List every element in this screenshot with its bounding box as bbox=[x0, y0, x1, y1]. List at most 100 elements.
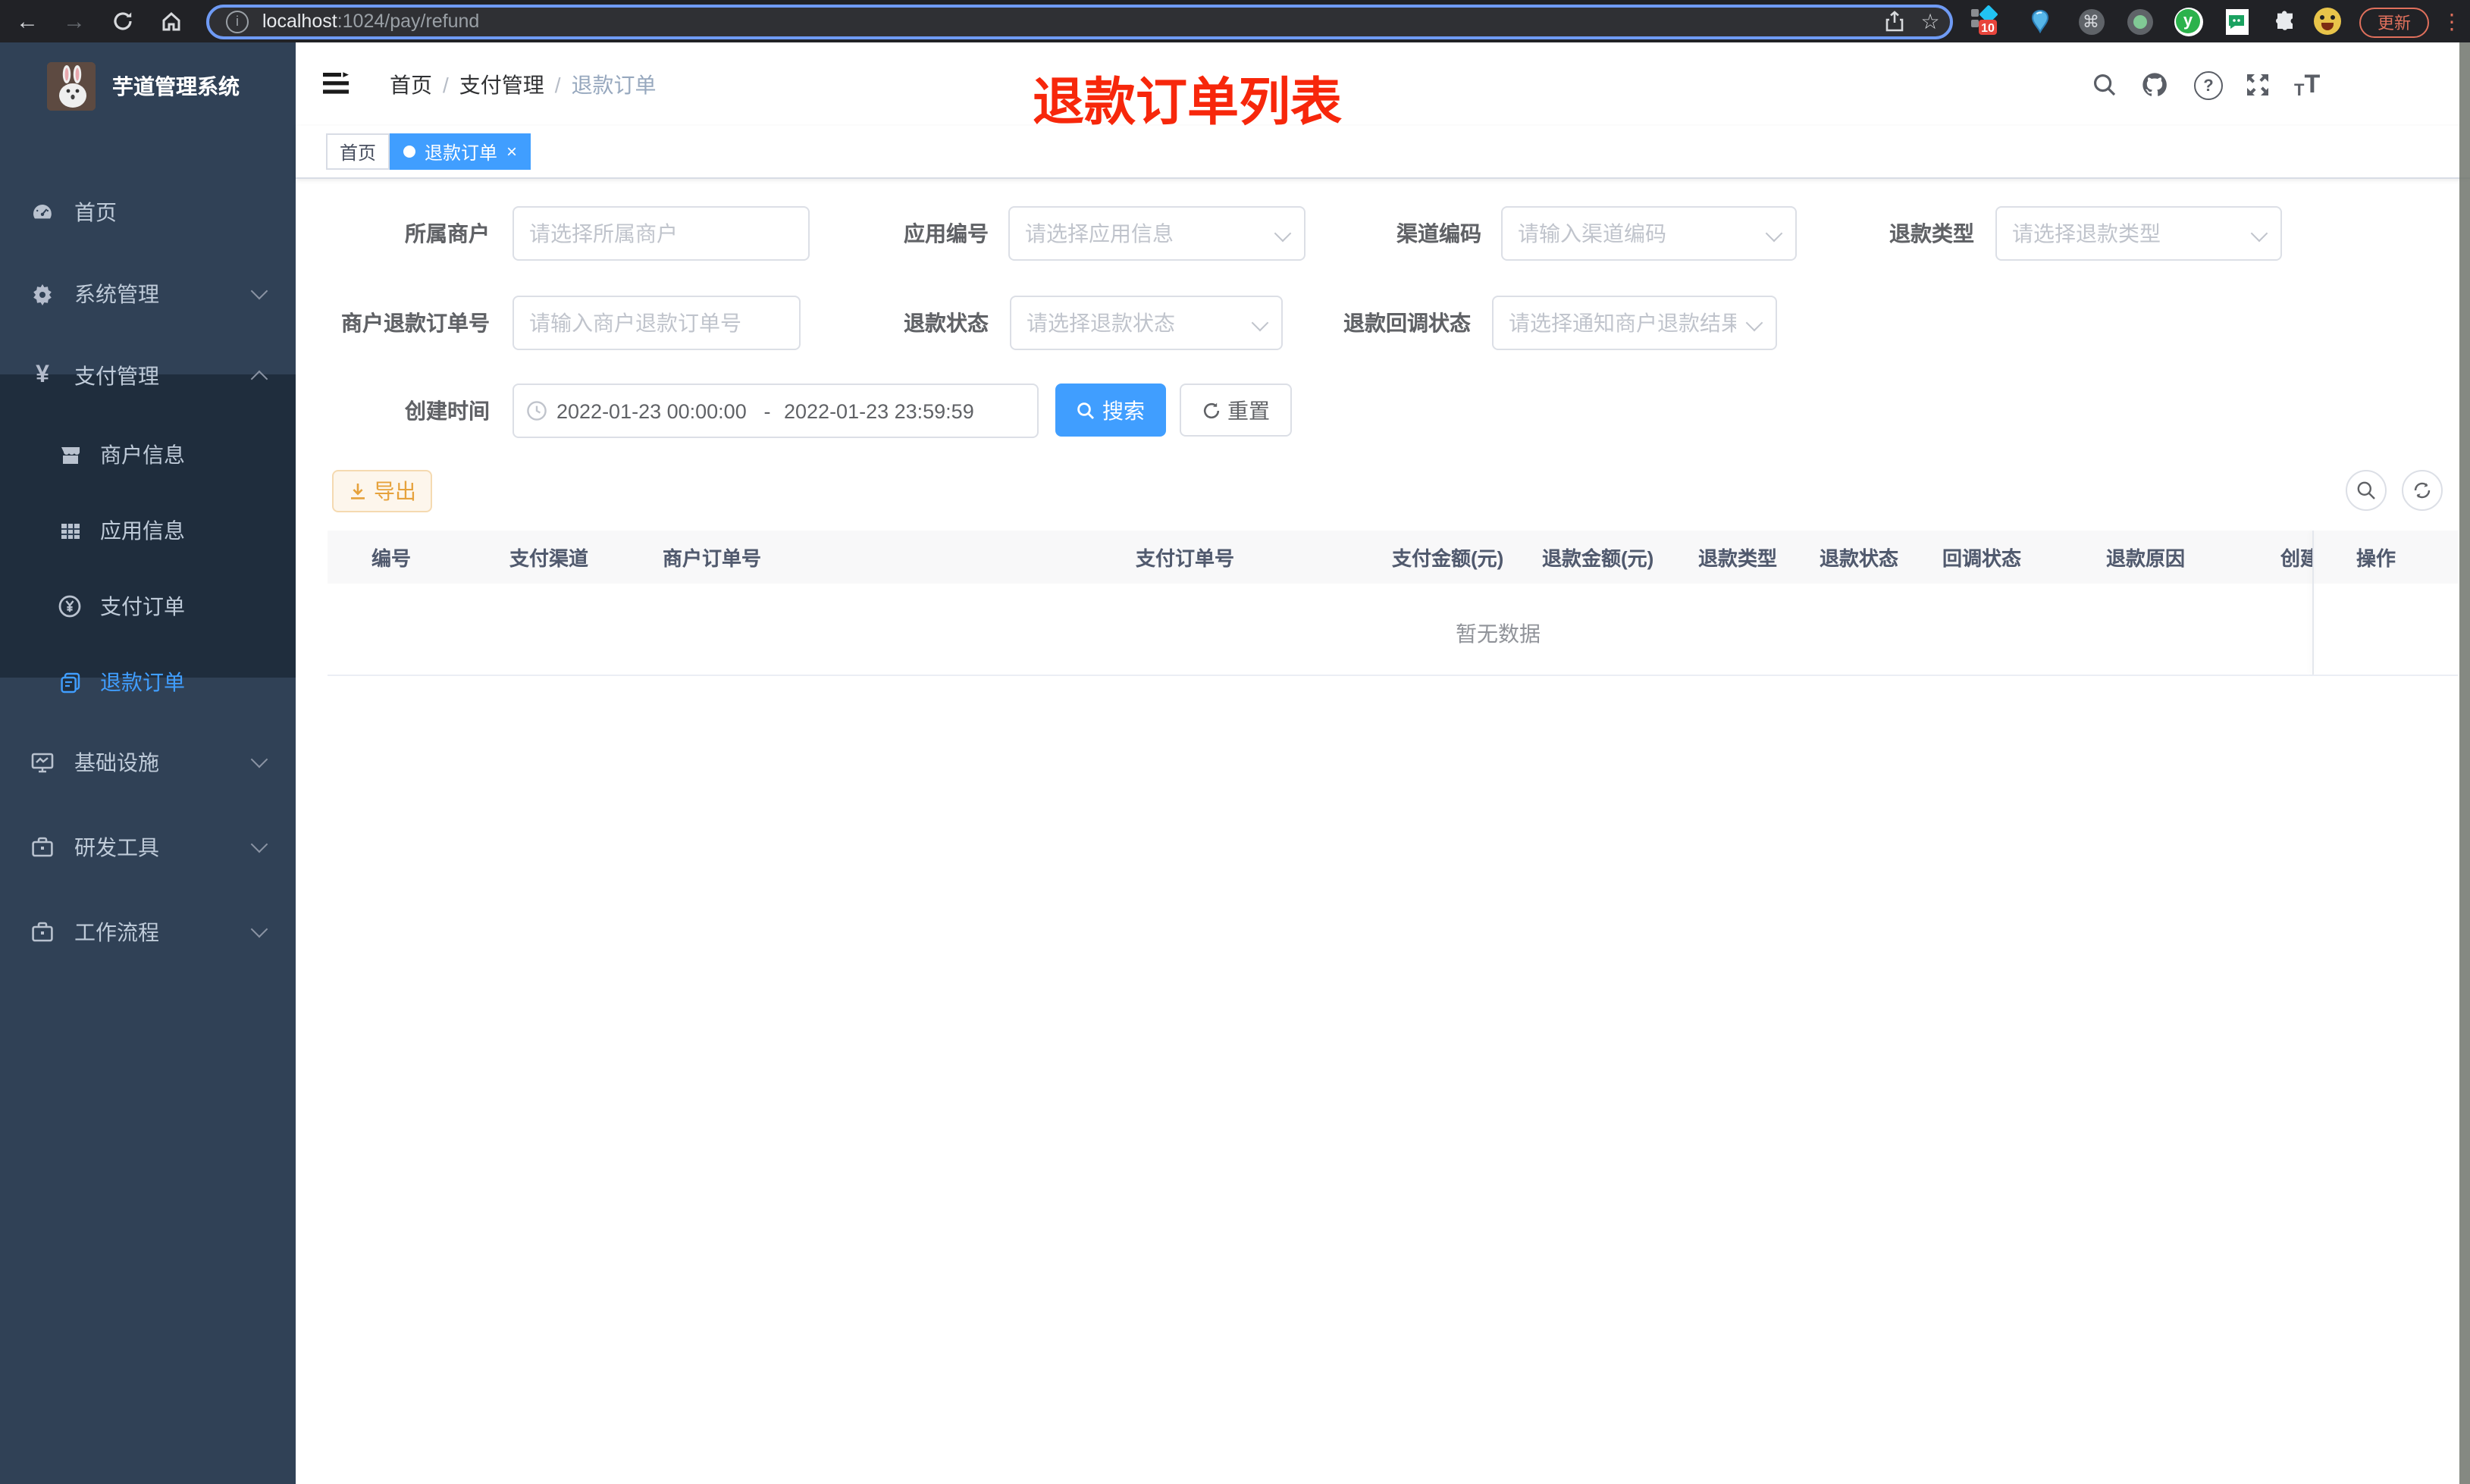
refund-type-select[interactable]: 请选择退款类型 bbox=[1995, 206, 2282, 261]
tag-home[interactable]: 首页 bbox=[326, 133, 390, 170]
browser-update-button[interactable]: 更新 bbox=[2359, 8, 2429, 38]
fullscreen-icon[interactable] bbox=[2246, 73, 2270, 97]
sidebar-item-system[interactable]: 系统管理 bbox=[0, 253, 296, 335]
sidebar-item-app-info[interactable]: 应用信息 bbox=[0, 493, 296, 568]
merchant-refund-no-input[interactable]: 请输入商户退款订单号 bbox=[512, 296, 801, 350]
tag-close-icon[interactable]: × bbox=[506, 142, 517, 161]
sidebar-item-home[interactable]: 首页 bbox=[0, 171, 296, 253]
browser-home-icon[interactable] bbox=[155, 0, 188, 42]
help-icon[interactable]: ? bbox=[2194, 71, 2223, 100]
browser-reload-icon[interactable] bbox=[106, 0, 139, 42]
column-header[interactable]: 退款原因 bbox=[2106, 531, 2185, 584]
sidebar-item-label: 支付管理 bbox=[74, 364, 159, 388]
select-arrow-icon bbox=[1251, 314, 1269, 332]
bookmark-star-icon[interactable]: ☆ bbox=[1910, 8, 1950, 34]
search-button-icon bbox=[1077, 401, 1095, 419]
chat-extension-icon[interactable] bbox=[2220, 5, 2253, 38]
reset-refresh-icon bbox=[1202, 401, 1220, 419]
gear-icon bbox=[30, 282, 55, 306]
merchant-select[interactable]: 请选择所属商户 bbox=[512, 206, 810, 261]
dot-extension-icon[interactable] bbox=[2123, 5, 2156, 38]
tag-refund-order[interactable]: 退款订单 × bbox=[390, 133, 531, 170]
breadcrumb: 首页 / 支付管理 / 退款订单 bbox=[390, 42, 657, 126]
date-end-value: 2022-01-23 23:59:59 bbox=[784, 399, 974, 422]
reset-button[interactable]: 重置 bbox=[1180, 384, 1292, 437]
chevron-up-icon bbox=[250, 370, 268, 388]
select-arrow-icon bbox=[1745, 314, 1763, 332]
app-select[interactable]: 请选择应用信息 bbox=[1008, 206, 1306, 261]
logo-rabbit-image bbox=[47, 61, 96, 110]
refresh-table-button[interactable] bbox=[2402, 470, 2443, 511]
sidebar-item-workflow[interactable]: 工作流程 bbox=[0, 890, 296, 975]
empty-data-text: 暂无数据 bbox=[1456, 621, 1541, 646]
breadcrumb-separator: / bbox=[554, 72, 561, 96]
hamburger-collapse-icon[interactable] bbox=[323, 71, 349, 95]
column-header[interactable]: 编号 bbox=[371, 531, 411, 584]
breadcrumb-level1[interactable]: 支付管理 bbox=[459, 69, 544, 99]
sidebar-item-label: 工作流程 bbox=[74, 920, 159, 944]
browser-back-icon[interactable]: ← bbox=[11, 0, 44, 42]
dashboard-icon bbox=[30, 200, 55, 224]
github-icon[interactable] bbox=[2141, 71, 2168, 99]
chevron-down-icon bbox=[250, 920, 268, 938]
column-header[interactable]: 回调状态 bbox=[1942, 531, 2021, 584]
breadcrumb-home[interactable]: 首页 bbox=[390, 69, 432, 99]
column-header[interactable]: 支付金额(元) bbox=[1392, 531, 1503, 584]
browser-chrome: ← → i localhost :1024/pay/refund ☆ 10 ⌘ … bbox=[0, 0, 2470, 42]
date-range-separator: - bbox=[763, 399, 771, 422]
search-button[interactable]: 搜索 bbox=[1055, 384, 1166, 437]
filter-label-create-time: 创建时间 bbox=[405, 399, 490, 423]
table-body: 暂无数据 bbox=[328, 584, 2458, 676]
column-header[interactable]: 退款类型 bbox=[1698, 531, 1777, 584]
font-size-icon[interactable]: TT bbox=[2294, 70, 2320, 100]
sidebar-item-refund-order[interactable]: 退款订单 bbox=[0, 644, 296, 720]
select-arrow-icon bbox=[1274, 224, 1292, 243]
window-scrollbar-strip[interactable] bbox=[2459, 42, 2470, 1484]
emoji-extension-icon[interactable] bbox=[2311, 5, 2344, 38]
column-header[interactable]: 商户订单号 bbox=[663, 531, 761, 584]
column-header[interactable]: 支付渠道 bbox=[509, 531, 588, 584]
clock-icon bbox=[526, 400, 547, 421]
select-arrow-icon bbox=[2250, 224, 2268, 243]
refund-doc-icon bbox=[58, 670, 82, 694]
sidebar-item-label: 研发工具 bbox=[74, 835, 159, 859]
column-header[interactable]: 退款金额(元) bbox=[1542, 531, 1653, 584]
column-header[interactable]: 退款状态 bbox=[1820, 531, 1898, 584]
page-root: ← → i localhost :1024/pay/refund ☆ 10 ⌘ … bbox=[0, 0, 2470, 1484]
app-logo[interactable]: 芋道管理系统 bbox=[0, 42, 296, 129]
sidebar-item-dev-tools[interactable]: 研发工具 bbox=[0, 805, 296, 890]
select-arrow-icon bbox=[1765, 224, 1783, 243]
export-button[interactable]: 导出 bbox=[332, 470, 432, 512]
share-icon[interactable] bbox=[1877, 11, 1910, 32]
url-info-icon[interactable]: i bbox=[226, 10, 249, 33]
browser-menu-dots-icon[interactable]: ⋮ bbox=[2438, 0, 2465, 42]
command-extension-icon[interactable]: ⌘ bbox=[2074, 5, 2108, 38]
column-header-clipped[interactable]: 创建时间 bbox=[2280, 531, 2312, 584]
channel-select[interactable]: 请输入渠道编码 bbox=[1501, 206, 1797, 261]
header-search-icon[interactable] bbox=[2092, 73, 2117, 97]
create-time-range-picker[interactable]: 2022-01-23 00:00:00 - 2022-01-23 23:59:5… bbox=[512, 384, 1039, 438]
sidebar-item-payment[interactable]: ¥ 支付管理 bbox=[0, 335, 296, 417]
column-header-actions[interactable]: 操作 bbox=[2356, 531, 2396, 584]
sidebar-item-infrastructure[interactable]: 基础设施 bbox=[0, 720, 296, 805]
callback-status-select[interactable]: 请选择通知商户退款结果的 bbox=[1492, 296, 1777, 350]
grid-icon bbox=[58, 518, 82, 543]
toggle-search-button[interactable] bbox=[2346, 470, 2387, 511]
sidebar-item-label: 应用信息 bbox=[100, 518, 185, 543]
sidebar-item-merchant-info[interactable]: 商户信息 bbox=[0, 417, 296, 493]
browser-url-bar[interactable]: i localhost :1024/pay/refund ☆ bbox=[206, 4, 1953, 39]
y-extension-icon[interactable]: y bbox=[2171, 5, 2205, 38]
pin-extension-icon[interactable]: 10 bbox=[1968, 5, 2001, 38]
sidebar-item-label: 退款订单 bbox=[100, 670, 185, 694]
sidebar-item-label: 商户信息 bbox=[100, 443, 185, 467]
sidebar-item-pay-order[interactable]: 支付订单 bbox=[0, 568, 296, 644]
balloon-extension-icon[interactable] bbox=[2023, 5, 2056, 38]
filter-label-merchant-refund-no: 商户退款订单号 bbox=[341, 311, 490, 335]
column-header[interactable]: 支付订单号 bbox=[1136, 531, 1234, 584]
browser-forward-icon[interactable]: → bbox=[58, 0, 91, 42]
puzzle-extensions-icon[interactable] bbox=[2268, 5, 2302, 38]
page-annotation-title: 退款订单列表 bbox=[1033, 74, 1342, 132]
sidebar-item-label: 基础设施 bbox=[74, 750, 159, 775]
sidebar-item-label: 支付订单 bbox=[100, 594, 185, 618]
refund-status-select[interactable]: 请选择退款状态 bbox=[1010, 296, 1283, 350]
